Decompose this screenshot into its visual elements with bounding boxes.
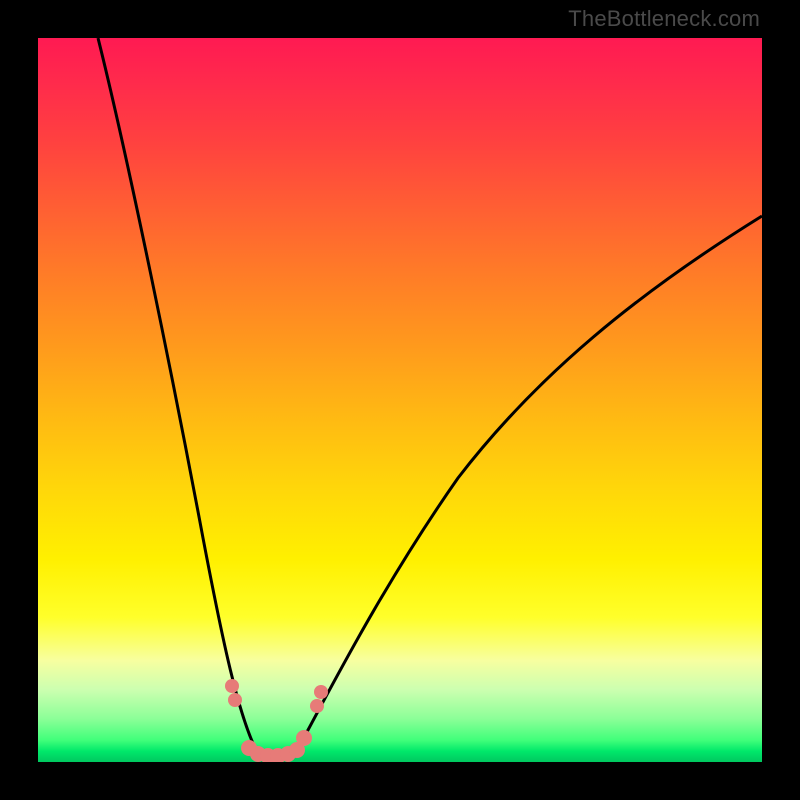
curve-layer <box>38 38 762 762</box>
plot-area <box>38 38 762 762</box>
marker-dot <box>310 699 324 713</box>
marker-dot <box>228 693 242 707</box>
right-curve <box>274 216 762 760</box>
chart-frame: TheBottleneck.com <box>0 0 800 800</box>
watermark-text: TheBottleneck.com <box>568 6 760 32</box>
left-curve <box>98 38 274 760</box>
marker-dot <box>314 685 328 699</box>
marker-dot <box>225 679 239 693</box>
marker-dot <box>296 730 312 746</box>
